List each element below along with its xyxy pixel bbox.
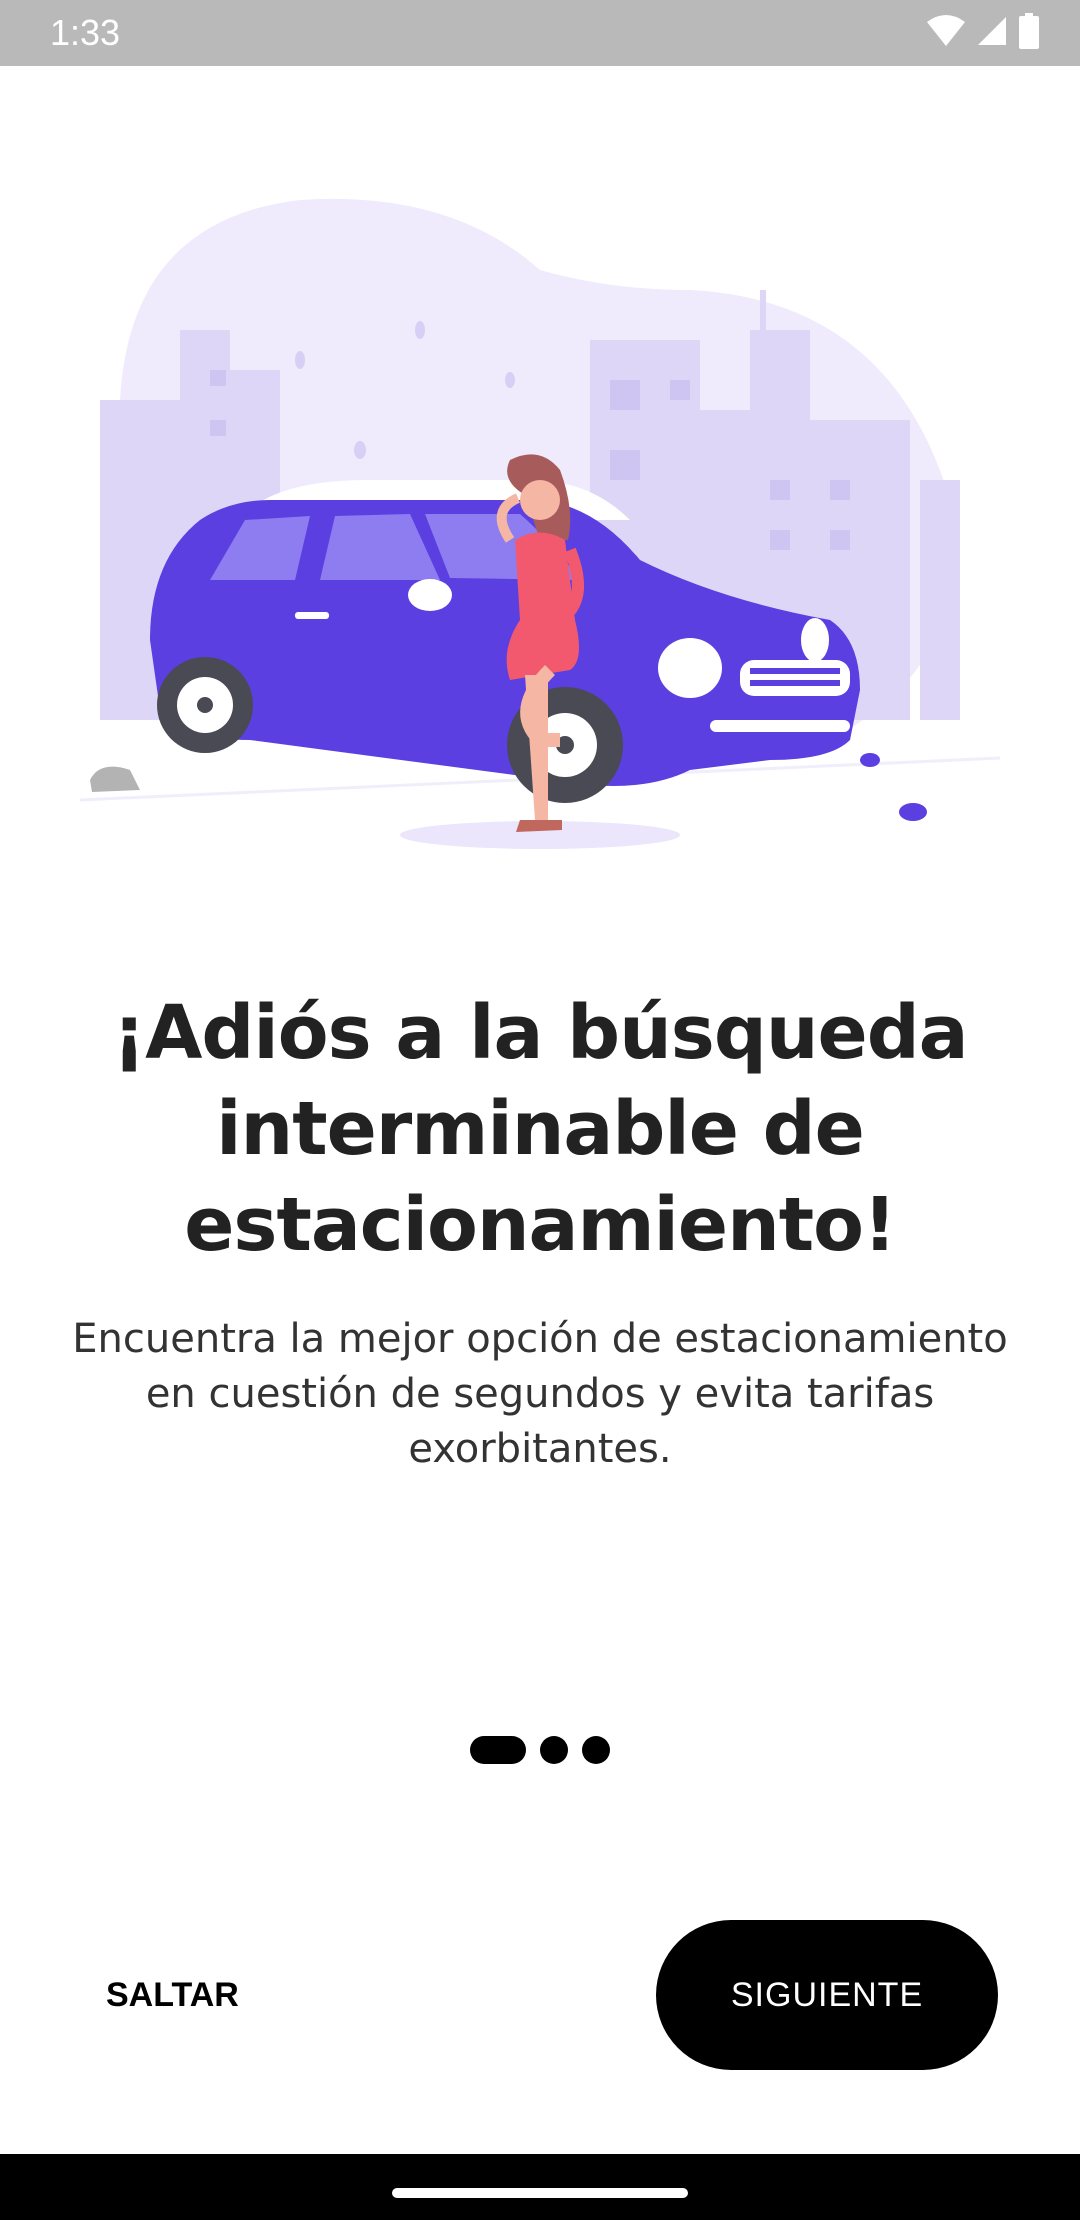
page-dot [582,1736,610,1764]
onboarding-subtitle: Encuentra la mejor opción de estacionami… [72,1316,1008,1472]
onboarding-screen: 1:33 ¡Adiós a la búsqueda interminable d… [0,0,1080,2220]
next-button[interactable]: SIGUIENTE [656,1920,998,2070]
page-dot [540,1736,568,1764]
battery-icon [1018,12,1040,54]
car-woman-illustration [70,180,1010,880]
onboarding-title: ¡Adiós a la búsqueda interminable de est… [112,990,968,1268]
home-indicator[interactable] [392,2188,688,2198]
page-indicator [0,1736,1080,1764]
status-time: 1:33 [50,12,121,53]
wifi-icon [926,14,966,53]
page-dot-active [470,1736,526,1764]
status-icons [926,12,1040,54]
status-bar: 1:33 [0,0,1080,66]
skip-button[interactable]: SALTAR [70,1960,270,2030]
navigation-bar [0,2154,1080,2220]
signal-icon [976,15,1008,52]
